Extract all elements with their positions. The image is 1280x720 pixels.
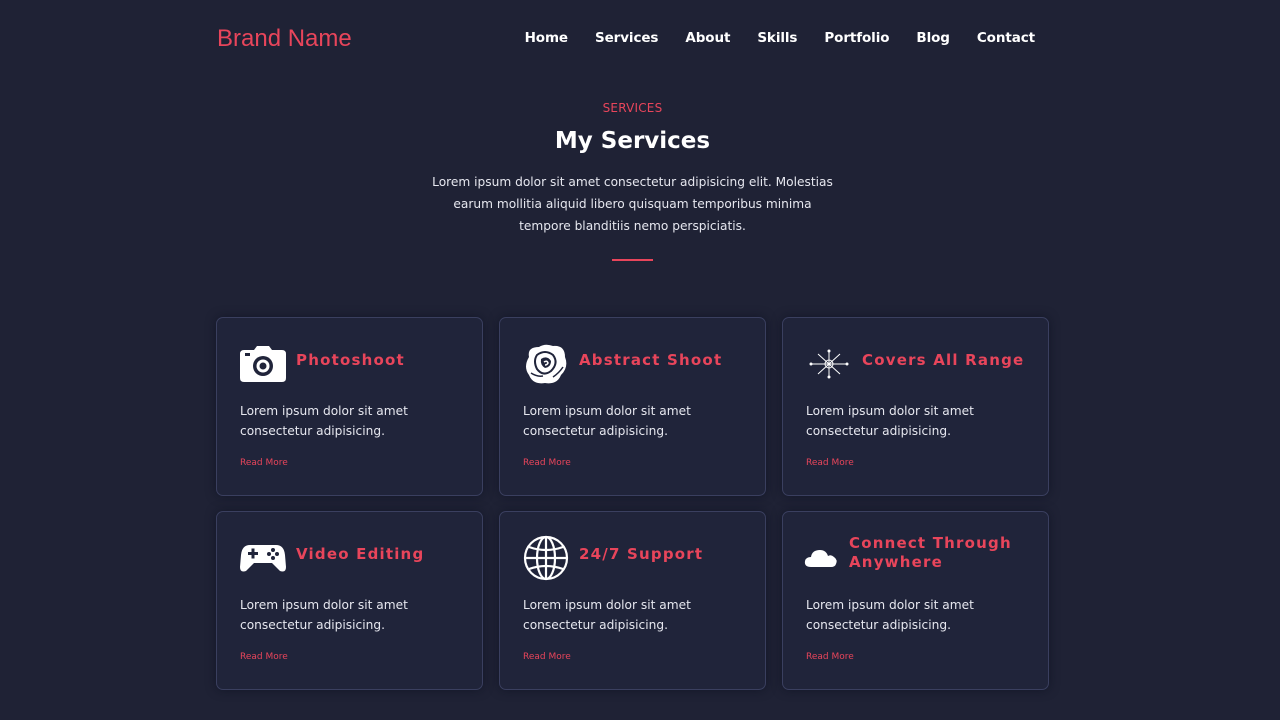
card-text: Lorem ipsum dolor sit amet consectetur a… — [806, 598, 974, 632]
nav-services[interactable]: Services — [595, 30, 658, 46]
camera-icon — [239, 344, 287, 384]
nav-blog[interactable]: Blog — [916, 30, 950, 46]
nav-contact[interactable]: Contact — [977, 30, 1035, 46]
services-page: Brand Name Home Services About Skills Po… — [0, 0, 1280, 720]
section-title: My Services — [554, 128, 711, 154]
service-card-covers-all-range: Covers All Range Lorem ipsum dolor sit a… — [782, 317, 1049, 496]
card-title: Photoshoot — [296, 351, 405, 369]
main-nav: Home Services About Skills Portfolio Blo… — [525, 30, 1036, 46]
read-more-link[interactable]: Read More — [806, 652, 854, 662]
card-title: 24/7 Support — [579, 545, 704, 563]
card-text: Lorem ipsum dolor sit amet consectetur a… — [240, 404, 408, 438]
cloud-icon — [801, 538, 841, 578]
service-card-video-editing: Video Editing Lorem ipsum dolor sit amet… — [216, 511, 483, 690]
brand-logo[interactable]: Brand Name — [217, 25, 352, 53]
card-title: Abstract Shoot — [579, 351, 723, 369]
read-more-link[interactable]: Read More — [523, 458, 571, 468]
nav-portfolio[interactable]: Portfolio — [824, 30, 889, 46]
globe-icon — [522, 535, 570, 581]
card-text: Lorem ipsum dolor sit amet consectetur a… — [523, 404, 691, 438]
service-card-photoshoot: Photoshoot Lorem ipsum dolor sit amet co… — [216, 317, 483, 496]
card-title: Connect Through Anywhere — [849, 534, 1012, 571]
read-more-link[interactable]: Read More — [240, 652, 288, 662]
section-tag: SERVICES — [602, 101, 663, 115]
gamepad-icon — [239, 538, 287, 578]
section-divider — [612, 259, 653, 261]
service-card-abstract-shoot: Abstract Shoot Lorem ipsum dolor sit ame… — [499, 317, 766, 496]
read-more-link[interactable]: Read More — [240, 458, 288, 468]
nav-about[interactable]: About — [685, 30, 730, 46]
service-card-support: 24/7 Support Lorem ipsum dolor sit amet … — [499, 511, 766, 690]
read-more-link[interactable]: Read More — [806, 458, 854, 468]
nav-skills[interactable]: Skills — [757, 30, 797, 46]
range-360-icon — [805, 344, 853, 384]
card-text: Lorem ipsum dolor sit amet consectetur a… — [806, 404, 974, 438]
section-description: Lorem ipsum dolor sit amet consectetur a… — [432, 175, 833, 233]
card-title: Covers All Range — [862, 351, 1025, 369]
card-text: Lorem ipsum dolor sit amet consectetur a… — [240, 598, 408, 632]
card-title: Video Editing — [296, 545, 425, 563]
rose-icon — [522, 344, 570, 384]
nav-home[interactable]: Home — [525, 30, 569, 46]
read-more-link[interactable]: Read More — [523, 652, 571, 662]
service-card-connect: Connect Through Anywhere Lorem ipsum dol… — [782, 511, 1049, 690]
card-text: Lorem ipsum dolor sit amet consectetur a… — [523, 598, 691, 632]
